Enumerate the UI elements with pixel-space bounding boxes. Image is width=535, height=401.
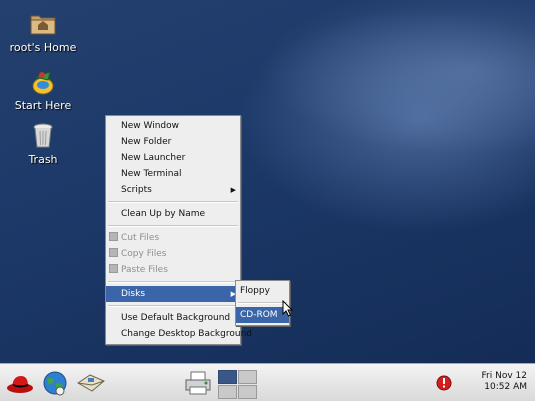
menu-separator: [108, 305, 238, 307]
trash-icon: [33, 123, 53, 148]
email-icon[interactable]: [76, 371, 106, 395]
desktop-icon-label: root's Home: [9, 41, 77, 54]
copy-icon: [109, 248, 118, 257]
menu-item-new-terminal[interactable]: New Terminal: [106, 166, 240, 182]
menu-item-label: Cut Files: [121, 233, 160, 243]
desktop-context-menu: New Window New Folder New Launcher New T…: [105, 115, 252, 345]
mouse-pointer-icon: [282, 300, 294, 317]
workspace-3[interactable]: [218, 385, 237, 399]
menu-separator: [108, 281, 238, 283]
menu-item-scripts[interactable]: Scripts ▶: [106, 182, 240, 198]
submenu-arrow-icon: ▶: [230, 186, 236, 194]
menu-item-paste-files: Paste Files: [106, 262, 240, 278]
workspace-4[interactable]: [238, 385, 257, 399]
menu-item-new-launcher[interactable]: New Launcher: [106, 150, 240, 166]
desktop[interactable]: root's Home Start Here Trash New Window …: [0, 0, 535, 363]
alert-notification-icon[interactable]: [436, 375, 452, 391]
bottom-panel: Fri Nov 12 10:52 AM: [0, 363, 535, 401]
menu-item-use-default-background[interactable]: Use Default Background: [106, 310, 240, 326]
menu-item-label: Paste Files: [121, 265, 168, 275]
clock-date: Fri Nov 12: [481, 371, 527, 381]
panel-clock[interactable]: Fri Nov 12 10:52 AM: [482, 371, 527, 393]
desktop-icon-home[interactable]: root's Home: [3, 8, 83, 54]
menu-item-new-folder[interactable]: New Folder: [106, 134, 240, 150]
desktop-icon-trash[interactable]: Trash: [3, 120, 83, 166]
menu-item-label: Copy Files: [121, 249, 167, 259]
desktop-icon-start-here[interactable]: Start Here: [3, 66, 83, 112]
menu-separator: [108, 201, 238, 203]
redhat-main-menu-icon[interactable]: [6, 371, 34, 395]
cut-icon: [109, 232, 118, 241]
menu-item-label: Scripts: [121, 185, 152, 195]
printer-icon[interactable]: [183, 370, 213, 396]
clock-time: 10:52 AM: [484, 382, 527, 392]
menu-item-copy-files: Copy Files: [106, 246, 240, 262]
workspace-2[interactable]: [238, 370, 257, 384]
paste-icon: [109, 264, 118, 273]
menu-separator: [238, 302, 287, 304]
desktop-icon-label: Start Here: [14, 99, 72, 112]
menu-item-label: Disks: [121, 289, 146, 299]
workspace-1[interactable]: [218, 370, 237, 384]
desktop-icon-label: Trash: [28, 153, 58, 166]
web-browser-icon[interactable]: [41, 370, 69, 396]
menu-item-disks[interactable]: Disks ▶: [106, 286, 240, 302]
submenu-item-floppy[interactable]: Floppy: [236, 283, 289, 299]
start-here-icon: [32, 71, 54, 95]
menu-item-cut-files: Cut Files: [106, 230, 240, 246]
menu-item-change-desktop-background[interactable]: Change Desktop Background: [106, 326, 252, 342]
menu-separator: [108, 225, 238, 227]
home-folder-icon: [30, 15, 56, 35]
workspace-switcher[interactable]: [218, 370, 258, 400]
menu-item-clean-up[interactable]: Clean Up by Name: [106, 206, 240, 222]
menu-item-new-window[interactable]: New Window: [106, 118, 240, 134]
